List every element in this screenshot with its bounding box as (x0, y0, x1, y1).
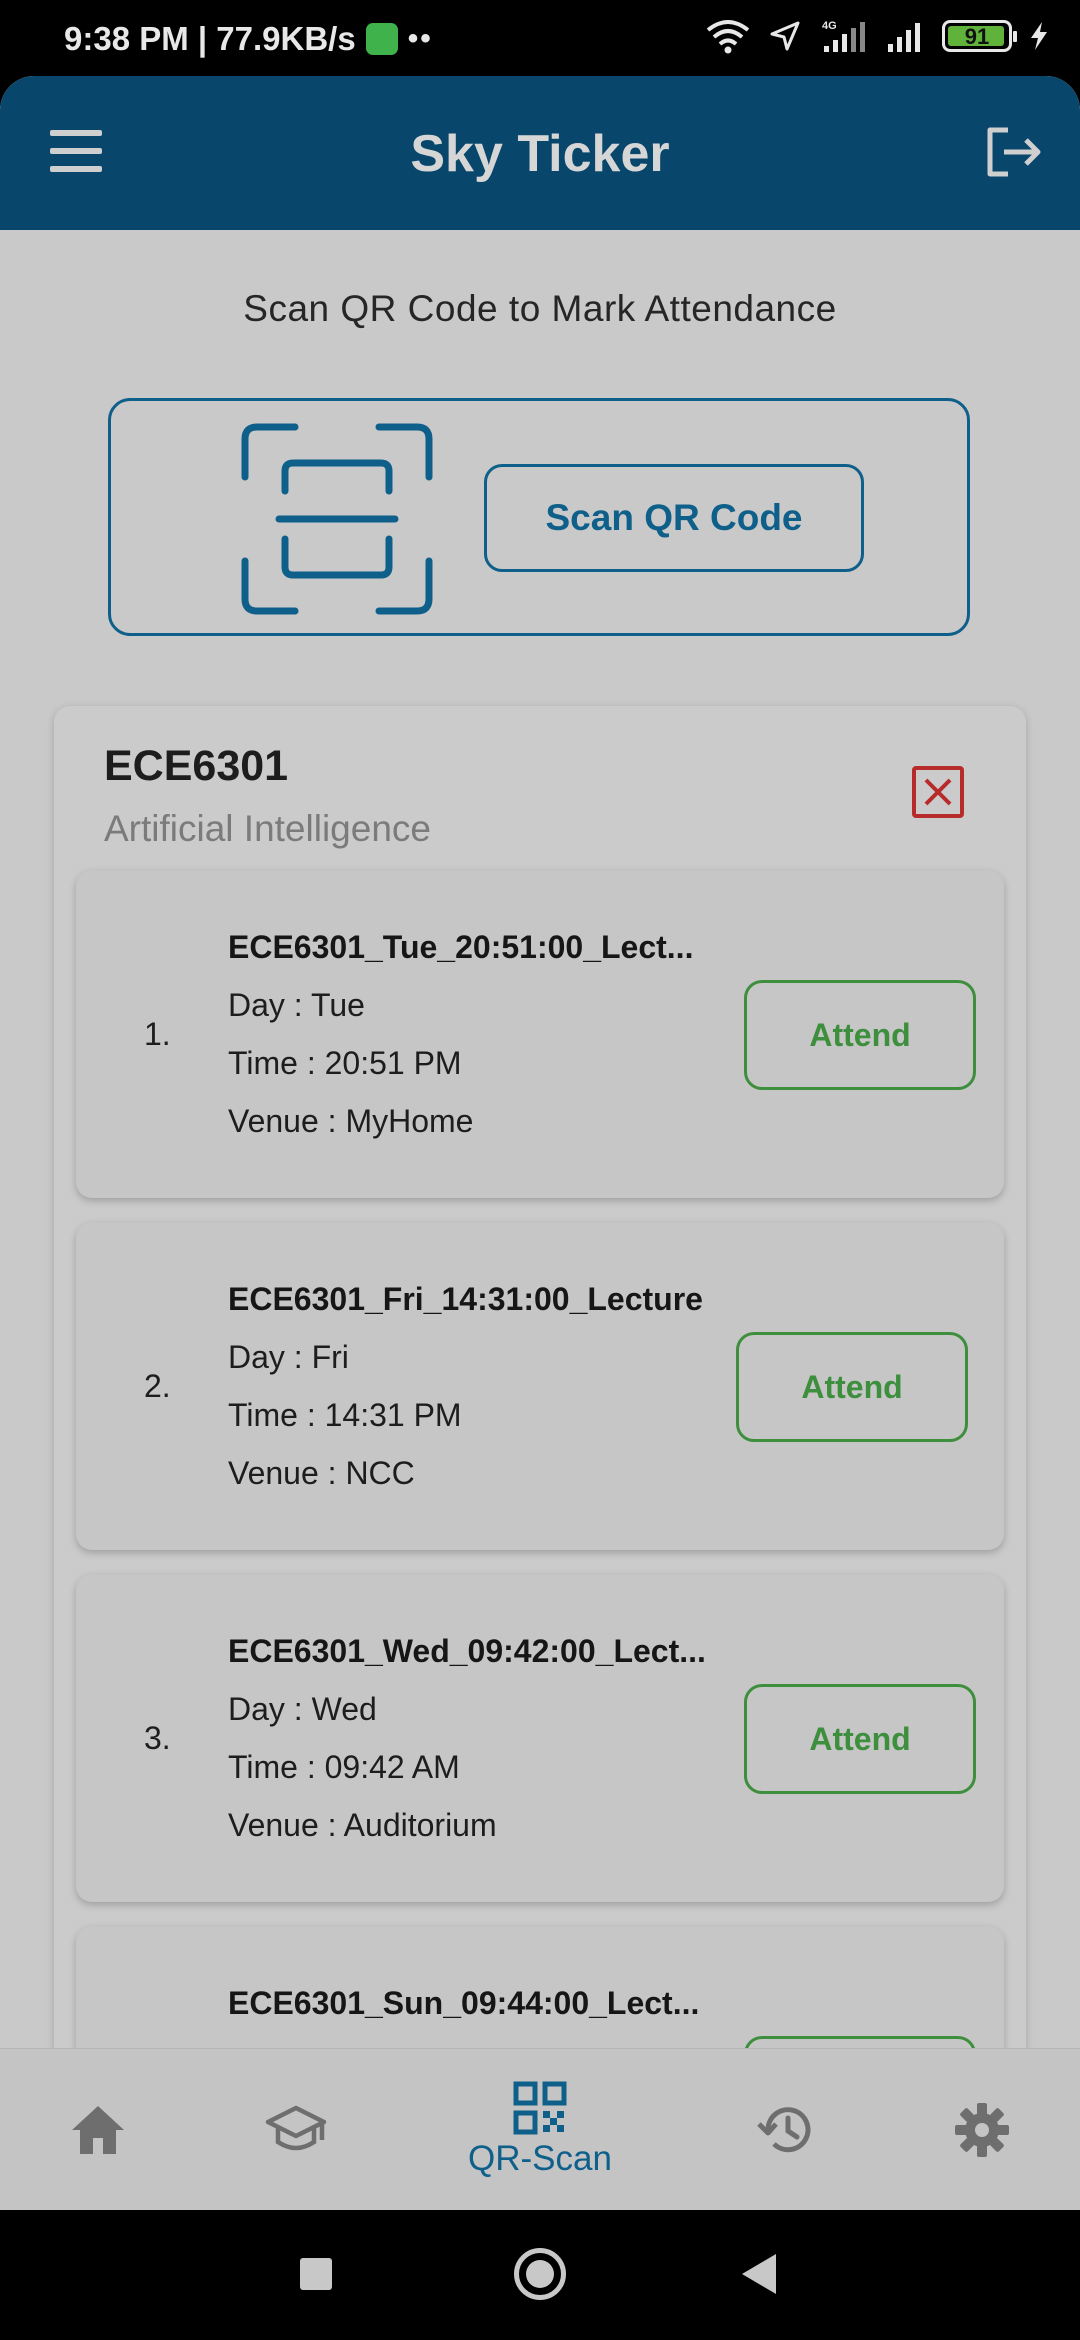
session-venue: Venue : Auditorium (228, 1807, 497, 1843)
course-name: Artificial Intelligence (104, 808, 431, 849)
nav-home[interactable] (58, 2049, 138, 2210)
attend-button[interactable]: Attend (736, 1332, 968, 1442)
nav-history[interactable] (746, 2049, 826, 2210)
close-box-icon[interactable] (912, 766, 964, 818)
history-icon (757, 2107, 811, 2153)
home-circle-icon[interactable] (514, 2248, 566, 2300)
session-index: 1. (144, 1015, 171, 1052)
session-index: 2. (144, 1367, 171, 1404)
graduation-cap-icon (265, 2105, 327, 2151)
nav-courses[interactable] (256, 2049, 336, 2210)
session-title: ECE6301_Wed_09:42:00_Lect... (228, 1633, 706, 1669)
more-notifications-dots: •• (407, 22, 433, 55)
session-index: 3. (144, 1719, 171, 1756)
cell-signal-icon (888, 23, 920, 52)
session-time: Time : 20:51 PM (228, 1045, 462, 1081)
home-icon (72, 2106, 124, 2154)
bottom-navigation: QR-Scan (0, 2048, 1080, 2210)
nav-qr-scan-label: QR-Scan (468, 2139, 612, 2178)
logout-icon[interactable] (984, 124, 1044, 180)
app-title: Sky Ticker (410, 125, 670, 183)
back-triangle-icon[interactable] (742, 2254, 776, 2294)
status-bar: 9:38 PM | 77.9KB/s •• 4G 91 (0, 0, 1080, 76)
nav-qr-scan[interactable]: QR-Scan (440, 2049, 640, 2210)
session-title: ECE6301_Fri_14:31:00_Lecture (228, 1281, 703, 1317)
session-title: ECE6301_Sun_09:44:00_Lect... (228, 1985, 700, 2021)
system-navigation-bar (0, 2210, 1080, 2340)
course-card: ECE6301 Artificial Intelligence 1. ECE63… (54, 706, 1026, 2124)
nav-settings[interactable] (942, 2049, 1022, 2210)
session-day: Day : Fri (228, 1339, 349, 1375)
charging-bolt-icon (1031, 22, 1047, 50)
recent-apps-icon[interactable] (300, 2258, 332, 2290)
cell-signal-4g-icon: 4G (822, 20, 865, 52)
scan-qr-button[interactable]: Scan QR Code (484, 464, 864, 572)
attend-button[interactable]: Attend (744, 980, 976, 1090)
session-card: 2. ECE6301_Fri_14:31:00_Lecture Day : Fr… (76, 1222, 1004, 1550)
main-content: Scan QR Code to Mark Attendance Scan QR … (0, 230, 1080, 2124)
session-day: Day : Tue (228, 987, 365, 1023)
app-bar: Sky Ticker (0, 76, 1080, 230)
course-code: ECE6301 (104, 742, 289, 790)
attend-button[interactable]: Attend (744, 1684, 976, 1794)
wifi-icon (706, 20, 750, 54)
scan-heading: Scan QR Code to Mark Attendance (243, 288, 837, 329)
scan-qr-panel: Scan QR Code (108, 398, 970, 636)
session-time: Time : 14:31 PM (228, 1397, 462, 1433)
app-notification-icon (365, 23, 398, 55)
svg-text:4G: 4G (822, 20, 837, 32)
battery-level: 91 (964, 24, 990, 49)
session-time: Time : 09:42 AM (228, 1749, 460, 1785)
qr-scan-frame-icon (241, 423, 433, 615)
battery-icon: 91 (942, 20, 1017, 52)
app-screen: Sky Ticker Scan QR Code to Mark Attendan… (0, 76, 1080, 2210)
settings-gear-icon (955, 2103, 1009, 2157)
session-day: Day : Wed (228, 1691, 377, 1727)
session-venue: Venue : NCC (228, 1455, 415, 1491)
location-arrow-icon (770, 21, 800, 51)
session-title: ECE6301_Tue_20:51:00_Lect... (228, 929, 694, 965)
status-time-speed: 9:38 PM | 77.9KB/s (64, 20, 356, 57)
qr-code-icon (513, 2081, 567, 2135)
session-card: 1. ECE6301_Tue_20:51:00_Lect... Day : Tu… (76, 870, 1004, 1198)
session-venue: Venue : MyHome (228, 1103, 474, 1139)
session-card: 3. ECE6301_Wed_09:42:00_Lect... Day : We… (76, 1574, 1004, 1902)
